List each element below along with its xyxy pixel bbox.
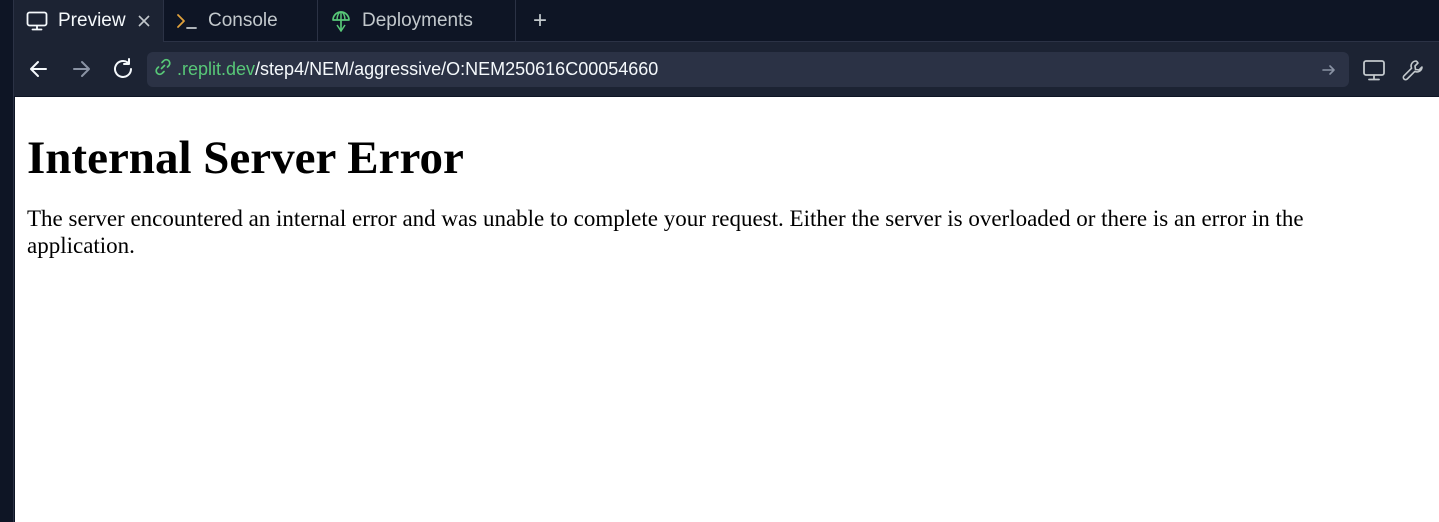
page-title: Internal Server Error — [27, 132, 464, 184]
error-message: The server encountered an internal error… — [27, 206, 1304, 258]
url-path: /step4/NEM/aggressive/O:NEM250616C000546… — [255, 59, 659, 79]
arrow-right-small-icon — [1322, 65, 1335, 75]
left-panel-strip — [0, 0, 14, 522]
plus-icon: + — [532, 6, 547, 34]
monitor-icon — [26, 10, 48, 32]
url-text: .replit.dev/step4/NEM/aggressive/O:NEM25… — [177, 59, 658, 80]
back-button[interactable] — [18, 48, 60, 90]
tab-label-preview: Preview — [58, 10, 126, 31]
terminal-icon — [176, 10, 198, 32]
tab-bar: Preview Console Deployments + — [14, 0, 1439, 42]
forward-button[interactable] — [60, 48, 102, 90]
close-icon[interactable] — [136, 10, 153, 33]
address-bar[interactable]: .replit.dev/step4/NEM/aggressive/O:NEM25… — [147, 52, 1349, 87]
tab-console[interactable]: Console — [164, 0, 318, 42]
page-content: Internal Server Error The server encount… — [15, 97, 1439, 522]
arrow-left-icon — [30, 61, 47, 77]
browser-toolbar: .replit.dev/step4/NEM/aggressive/O:NEM25… — [14, 42, 1439, 96]
reload-button[interactable] — [102, 48, 144, 90]
devtools-button[interactable] — [1399, 56, 1427, 84]
monitor-icon — [1363, 60, 1385, 81]
url-domain: .replit.dev — [177, 59, 256, 79]
tab-preview[interactable]: Preview — [14, 0, 164, 42]
reload-icon — [114, 58, 132, 78]
tab-deployments[interactable]: Deployments — [318, 0, 516, 42]
tab-label-deployments: Deployments — [362, 10, 473, 31]
device-preview-button[interactable] — [1360, 56, 1388, 84]
tab-label-console: Console — [208, 10, 278, 31]
go-button[interactable] — [1319, 60, 1339, 80]
arrow-right-icon — [73, 61, 90, 77]
deploy-icon — [330, 10, 352, 32]
link-icon — [153, 57, 173, 82]
wrench-icon — [1402, 60, 1423, 81]
new-tab-button[interactable]: + — [516, 0, 564, 41]
